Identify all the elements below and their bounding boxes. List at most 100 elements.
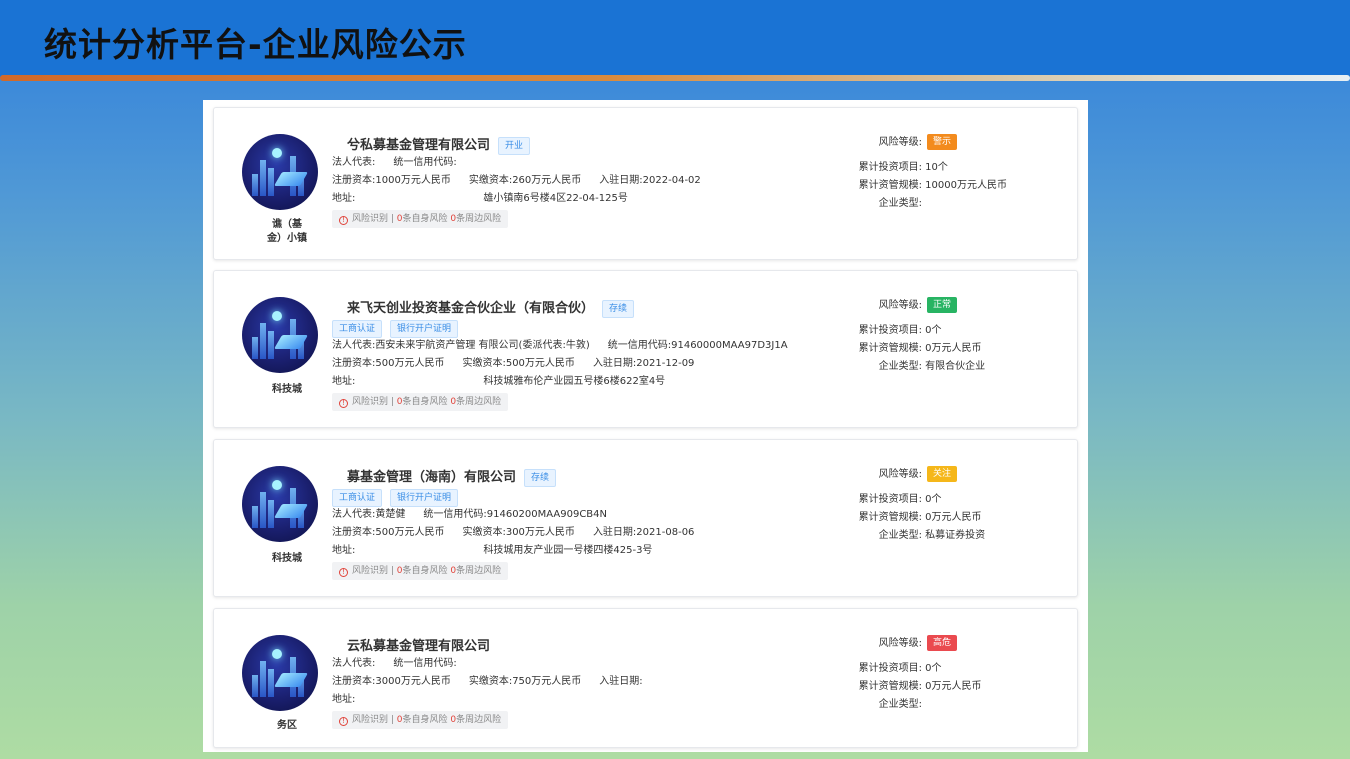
paid-capital: 实缴资本:500万元人民币 [462, 358, 575, 369]
near-risk-text: 条周边风险 [456, 214, 502, 224]
location-line: 务区 [277, 720, 297, 731]
total-scale-label: 累计资管规模: [858, 180, 922, 191]
company-name-text[interactable]: 兮私募基金管理有限公司 [347, 138, 490, 153]
company-name[interactable]: 募基金管理（海南）有限公司 存续 [347, 466, 557, 487]
total-projects: 累计投资项目: 10个 [854, 161, 948, 175]
address-label: 地址: [332, 376, 356, 387]
company-type: 企业类型: [854, 197, 922, 211]
risk-level: 风险等级: 高危 [854, 635, 958, 651]
near-risk-text: 条周边风险 [456, 715, 502, 725]
risk-label: 风险识别 | [352, 397, 397, 407]
legal-info-row: 法人代表:黄楚健 统一信用代码:91460200MAA909CB4N [332, 508, 625, 522]
capital-row: 注册资本:500万元人民币 实缴资本:500万元人民币 入驻日期:2021-12-0… [332, 357, 712, 371]
total-projects-value: 0个 [922, 325, 942, 336]
alert-icon: ! [339, 399, 348, 408]
credit-code: 统一信用代码:91460000MAA97D3J1A [607, 340, 788, 351]
building-shape [260, 160, 266, 196]
reg-capital: 注册资本:500万元人民币 [332, 358, 445, 369]
paid-capital: 实缴资本:260万元人民币 [468, 175, 582, 186]
company-name-text[interactable]: 募基金管理（海南）有限公司 [347, 470, 516, 485]
page-title: 统计分析平台-企业风险公示 [44, 25, 467, 64]
credit-code: 统一信用代码: [393, 157, 457, 168]
building-shape [260, 661, 266, 697]
company-type-label: 企业类型: [878, 198, 922, 209]
alert-icon: ! [339, 568, 348, 577]
company-avatar [242, 635, 318, 711]
risk-level: 风险等级: 正常 [854, 297, 958, 313]
location-line: 科技城 [272, 384, 302, 395]
total-projects: 累计投资项目: 0个 [854, 493, 942, 507]
total-projects-value: 0个 [922, 494, 942, 505]
credit-code: 统一信用代码: [393, 658, 457, 669]
address-label: 地址: [332, 694, 356, 705]
company-name[interactable]: 云私募基金管理有限公司 [347, 635, 490, 654]
company-location: 谯（基金）小镇 [242, 218, 332, 246]
status-tag: 开业 [498, 136, 531, 155]
total-scale-value: 10000万元人民币 [922, 180, 1007, 191]
company-type: 企业类型: [854, 698, 922, 712]
risk-level: 风险等级: 关注 [854, 466, 958, 482]
legal-rep: 法人代表: [332, 157, 376, 168]
status-tag: 存续 [524, 468, 557, 487]
near-risk-text: 条周边风险 [456, 566, 502, 576]
join-date: 入驻日期:2021-08-06 [592, 527, 695, 538]
self-risk-text: 条自身风险 [402, 397, 451, 407]
company-card[interactable]: 务区 云私募基金管理有限公司 法人代表: 统一信用代码: 注册资本:3000万元人民币 实… [213, 608, 1078, 748]
paid-capital: 实缴资本:300万元人民币 [462, 527, 575, 538]
address-label: 地址: [332, 545, 356, 556]
total-scale: 累计资管规模: 10000万元人民币 [854, 179, 1007, 193]
total-scale-value: 0万元人民币 [922, 681, 982, 692]
risk-summary[interactable]: ! 风险识别 | 0条自身风险 0条周边风险 [332, 711, 509, 729]
address-value: 科技城用友产业园一号楼四楼425-3号 [483, 545, 653, 556]
company-list-panel: 谯（基金）小镇 兮私募基金管理有限公司 开业法人代表: 统一信用代码: 注册资本:100… [203, 100, 1088, 752]
risk-summary[interactable]: ! 风险识别 | 0条自身风险 0条周边风险 [332, 393, 509, 411]
risk-level-badge: 警示 [927, 134, 958, 150]
cert-tag[interactable]: 银行开户证明 [390, 488, 459, 507]
risk-level-badge: 关注 [927, 466, 958, 482]
risk-level-badge: 高危 [927, 635, 958, 651]
company-card[interactable]: 科技城 来飞天创业投资基金合伙企业（有限合伙） 存续 工商认证 银行开户证明法人代表:西… [213, 270, 1078, 428]
location-line: 科技城 [272, 553, 302, 564]
risk-level: 风险等级: 警示 [854, 134, 958, 150]
company-name[interactable]: 兮私募基金管理有限公司 开业 [347, 134, 531, 155]
total-scale: 累计资管规模: 0万元人民币 [854, 342, 982, 356]
risk-summary[interactable]: ! 风险识别 | 0条自身风险 0条周边风险 [332, 210, 509, 228]
glow-dot [272, 311, 282, 321]
risk-level-label: 风险等级: [878, 137, 922, 148]
cert-tag[interactable]: 工商认证 [332, 488, 383, 507]
risk-summary[interactable]: ! 风险识别 | 0条自身风险 0条周边风险 [332, 562, 509, 580]
address-label: 地址: [332, 193, 356, 204]
total-scale-label: 累计资管规模: [858, 681, 922, 692]
capital-row: 注册资本:500万元人民币 实缴资本:300万元人民币 入驻日期:2021-08-0… [332, 526, 712, 540]
total-projects: 累计投资项目: 0个 [854, 662, 942, 676]
total-projects: 累计投资项目: 0个 [854, 324, 942, 338]
total-projects-label: 累计投资项目: [858, 494, 922, 505]
company-card[interactable]: 谯（基金）小镇 兮私募基金管理有限公司 开业法人代表: 统一信用代码: 注册资本:100… [213, 107, 1078, 260]
capital-row: 注册资本:1000万元人民币 实缴资本:260万元人民币 入驻日期:2022-04-… [332, 174, 719, 188]
company-card[interactable]: 科技城 募基金管理（海南）有限公司 存续 工商认证 银行开户证明 法人代表:黄楚健 统一信用… [213, 439, 1078, 597]
company-name-text[interactable]: 云私募基金管理有限公司 [347, 639, 490, 654]
address-value: 科技城雅布伦产业园五号楼6楼622室4号 [483, 376, 666, 387]
company-name-text[interactable]: 来飞天创业投资基金合伙企业（有限合伙） [347, 301, 594, 316]
total-projects-value: 10个 [922, 162, 948, 173]
company-location: 科技城 [242, 552, 332, 566]
risk-level-label: 风险等级: [878, 638, 922, 649]
legal-rep: 法人代表:西安未来宇航资产管理 有限公司(委派代表:牛敦) [332, 340, 590, 351]
near-risk-text: 条周边风险 [456, 397, 502, 407]
alert-icon: ! [339, 717, 348, 726]
legal-rep: 法人代表: [332, 658, 376, 669]
building-shape [260, 323, 266, 359]
risk-level-label: 风险等级: [878, 469, 922, 480]
cert-tag[interactable]: 工商认证 [332, 319, 383, 338]
company-name[interactable]: 来飞天创业投资基金合伙企业（有限合伙） 存续 [347, 297, 635, 318]
alert-icon: ! [339, 216, 348, 225]
total-scale-value: 0万元人民币 [922, 512, 982, 523]
building-shape [268, 331, 274, 359]
glow-dot [272, 649, 282, 659]
risk-level-badge: 正常 [927, 297, 958, 313]
cert-tag[interactable]: 银行开户证明 [390, 319, 459, 338]
location-line: 谯（基 [272, 219, 302, 230]
building-shape [252, 174, 258, 196]
location-line: 金）小镇 [267, 233, 307, 244]
credit-code: 统一信用代码:91460200MAA909CB4N [423, 509, 608, 520]
